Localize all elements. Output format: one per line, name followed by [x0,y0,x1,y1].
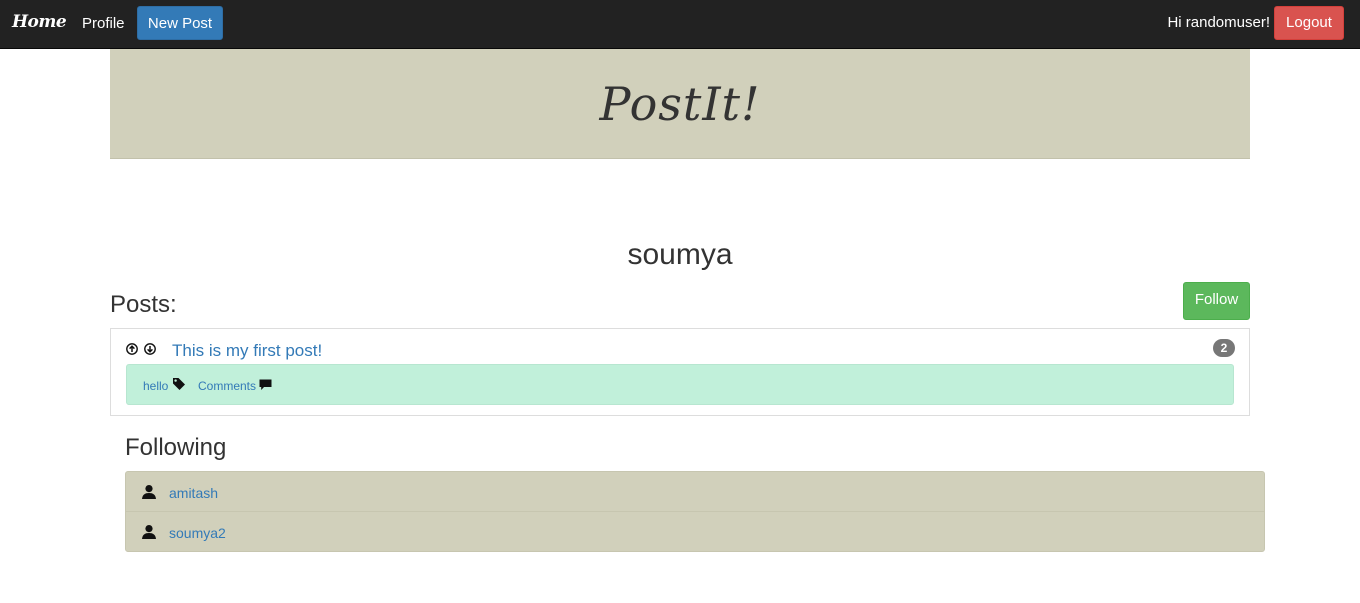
following-heading: Following [125,434,227,461]
new-post-button[interactable]: New Post [137,6,223,40]
profile-username: soumya [627,238,733,271]
following-user-link[interactable]: soumya2 [169,525,226,541]
tag-link[interactable]: hello [143,379,168,393]
score-badge: 2 [1213,339,1235,357]
user-icon [142,485,156,499]
site-banner: PostIt! [110,49,1250,159]
profile-link[interactable]: Profile [82,15,125,32]
comment-icon [259,379,272,390]
user-icon [142,525,156,539]
home-brand-link[interactable]: Home [12,12,67,32]
posts-heading: Posts: [110,291,177,318]
user-greeting: Hi randomuser! [1167,14,1270,31]
post-title-link[interactable]: This is my first post! [172,341,322,361]
post-card: This is my first post! 2 hello Comments [110,328,1250,416]
following-list: amitash soumya2 [125,471,1265,552]
logout-button[interactable]: Logout [1274,6,1344,40]
post-meta-bar: hello Comments [126,364,1234,405]
top-navbar: Home Profile New Post Hi randomuser! Log… [0,0,1360,49]
site-logo-title: PostIt! [599,77,761,131]
upvote-icon[interactable] [126,343,138,355]
following-item: amitash [125,471,1265,512]
follow-button[interactable]: Follow [1183,282,1250,320]
following-user-link[interactable]: amitash [169,485,218,501]
following-item: soumya2 [125,511,1265,552]
comments-link[interactable]: Comments [198,379,256,393]
downvote-icon[interactable] [144,343,156,355]
tag-icon [173,378,185,390]
